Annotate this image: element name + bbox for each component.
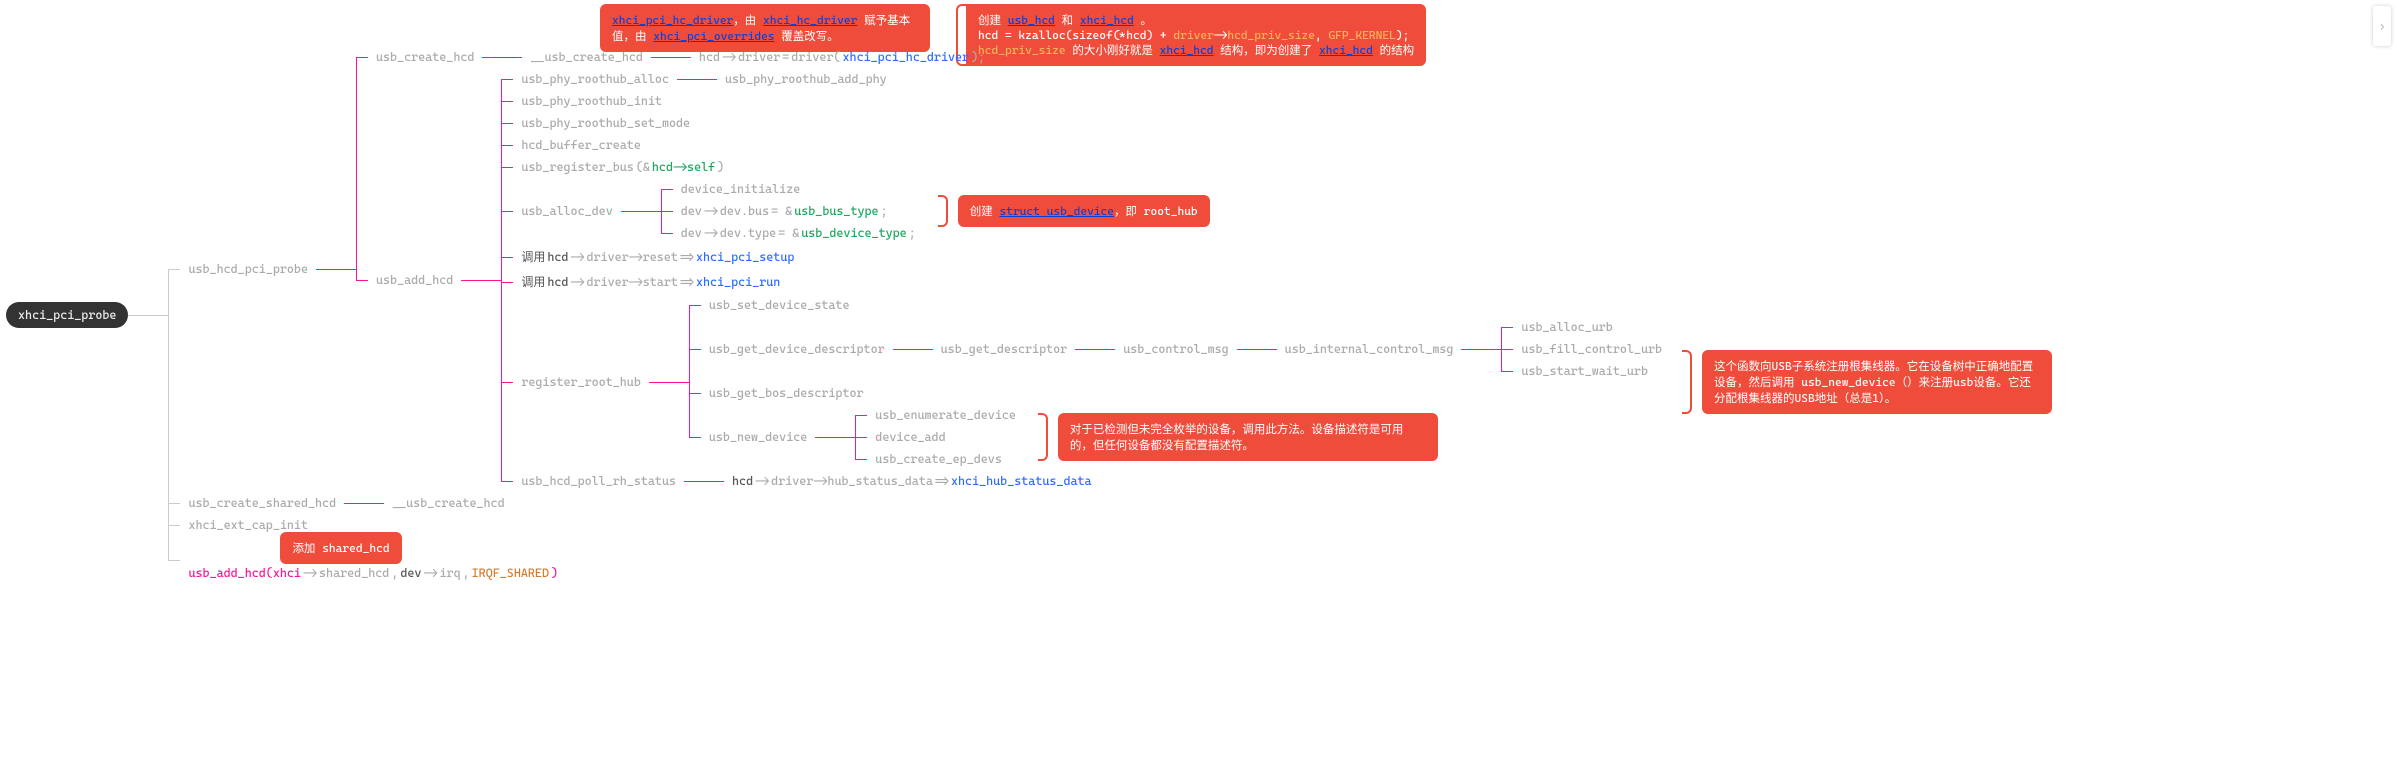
- node-usb-control-msg[interactable]: usb_control_msg: [1115, 338, 1236, 360]
- collapse-all-button[interactable]: ›: [2373, 6, 2391, 46]
- node-usb-create-ep-devs[interactable]: usb_create_ep_devs: [867, 448, 1010, 470]
- node-xhci-pci-probe[interactable]: xhci_pci_probe: [6, 302, 128, 328]
- node-register-root-hub[interactable]: register_root_hub: [513, 371, 649, 393]
- node-call-reset[interactable]: 调用 hcd->driver->reset => xhci_pci_setup: [513, 244, 802, 269]
- node-usb-internal-control-msg[interactable]: usb_internal_control_msg: [1277, 338, 1462, 360]
- node-usb-create-shared-hcd[interactable]: usb_create_shared_hcd: [180, 492, 344, 514]
- node-usb-phy-roothub-init[interactable]: usb_phy_roothub_init: [513, 90, 670, 112]
- node-usb-new-device[interactable]: usb_new_device: [701, 426, 815, 448]
- node-__usb_create_hcd_2[interactable]: __usb_create_hcd: [384, 492, 513, 514]
- callout-register-root-hub: 这个函数向USB子系统注册根集线器。它在设备树中正确地配置设备，然后调用 usb…: [1702, 350, 2052, 414]
- node-poll-detail[interactable]: hcd->driver->hub_status_data => xhci_hub…: [724, 470, 1100, 492]
- node-usb-hcd-poll-rh-status[interactable]: usb_hcd_poll_rh_status: [513, 470, 684, 492]
- node-call-start[interactable]: 调用 hcd->driver->start => xhci_pci_run: [513, 269, 788, 294]
- node-usb-phy-roothub-alloc[interactable]: usb_phy_roothub_alloc: [513, 68, 677, 90]
- node-usb-register-bus[interactable]: usb_register_bus(&hcd->self): [513, 156, 732, 178]
- callout-usb-new-device: 对于已检测但未完全枚举的设备，调用此方法。设备描述符是可用的，但任何设备都没有配…: [1058, 413, 1438, 461]
- node-usb-add-hcd-shared[interactable]: usb_add_hcd(xhci->shared_hcd, dev->irq, …: [180, 562, 566, 584]
- callout-shared-hcd: 添加 shared_hcd: [280, 532, 401, 564]
- node-usb-get-device-descriptor[interactable]: usb_get_device_descriptor: [701, 338, 893, 360]
- node-__usb_create_hcd[interactable]: __usb_create_hcd: [522, 46, 651, 68]
- node-dev-type[interactable]: dev->dev.type = &usb_device_type;: [673, 222, 924, 244]
- node-usb-hcd-pci-probe[interactable]: usb_hcd_pci_probe: [180, 258, 316, 280]
- mindmap-root: xhci_pci_probe usb_hcd_pci_probe usb_cre…: [6, 46, 2391, 584]
- node-device-add[interactable]: device_add: [867, 426, 953, 448]
- node-usb-get-bos-descriptor[interactable]: usb_get_bos_descriptor: [701, 382, 872, 404]
- node-hcd-buffer-create[interactable]: hcd_buffer_create: [513, 134, 649, 156]
- node-hcd-driver-assign[interactable]: hcd->driver = driver(xhci_pci_hc_driver)…: [691, 46, 993, 68]
- node-usb-set-device-state[interactable]: usb_set_device_state: [701, 294, 858, 316]
- node-usb-start-wait-urb[interactable]: usb_start_wait_urb: [1513, 360, 1656, 382]
- node-usb-phy-roothub-add-phy[interactable]: usb_phy_roothub_add_phy: [717, 68, 895, 90]
- node-usb-alloc-urb[interactable]: usb_alloc_urb: [1513, 316, 1620, 338]
- node-usb-alloc-dev[interactable]: usb_alloc_dev: [513, 200, 620, 222]
- node-usb-fill-control-urb[interactable]: usb_fill_control_urb: [1513, 338, 1670, 360]
- node-usb-enumerate-device[interactable]: usb_enumerate_device: [867, 404, 1024, 426]
- callout-alloc-dev: 创建 struct usb_device，即 root_hub: [958, 195, 1210, 227]
- node-usb-phy-roothub-set-mode[interactable]: usb_phy_roothub_set_mode: [513, 112, 698, 134]
- node-usb-create-hcd[interactable]: usb_create_hcd: [368, 46, 482, 68]
- callout-xhci-driver: xhci_pci_hc_driver，由 xhci_hc_driver 赋予基本…: [600, 4, 930, 52]
- node-device-initialize[interactable]: device_initialize: [673, 178, 809, 200]
- node-usb-add-hcd[interactable]: usb_add_hcd: [368, 269, 461, 291]
- node-dev-bus[interactable]: dev->dev.bus = &usb_bus_type;: [673, 200, 896, 222]
- chevron-right-icon: ›: [2378, 19, 2385, 33]
- node-usb-get-descriptor[interactable]: usb_get_descriptor: [933, 338, 1076, 360]
